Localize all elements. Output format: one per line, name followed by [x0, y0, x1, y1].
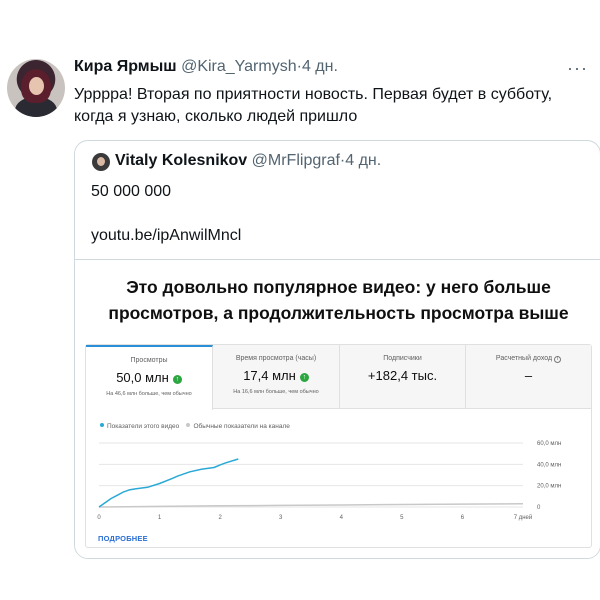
metric-views[interactable]: Просмотры 50,0 млн ↑ На 46,6 млн больше, … [86, 345, 213, 410]
x-tick-label: 6 [461, 515, 465, 521]
legend-this-video: Показатели этого видео [107, 423, 180, 430]
up-arrow-icon: ↑ [172, 375, 182, 384]
y-tick-label: 0 [537, 505, 541, 511]
tweet-time[interactable]: 4 дн. [302, 58, 338, 75]
metric-value: +182,4 тыс. [367, 368, 438, 383]
metric-value: – [524, 368, 533, 383]
quote-header: Vitaly Kolesnikov @MrFlipgraf·4 дн. [115, 152, 381, 170]
legend-typical: Обычные показатели на канале [193, 423, 290, 430]
metric-comparison: На 16,6 млн больше, чем обычно [233, 389, 319, 395]
x-tick-label: 0 [97, 515, 101, 521]
author-handle[interactable]: @Kira_Yarmysh [181, 58, 297, 75]
x-tick-label: 7 дней [514, 514, 533, 521]
analytics-card: Просмотры 50,0 млн ↑ На 46,6 млн больше, … [85, 344, 592, 548]
metric-label: Подписчики [383, 355, 422, 362]
x-tick-label: 2 [218, 515, 222, 521]
metric-label: Просмотры [130, 357, 168, 364]
legend-dot-this-video [100, 423, 104, 427]
info-icon[interactable]: i [554, 356, 562, 363]
y-tick-label: 20,0 млн [537, 484, 561, 490]
legend-dot-typical [186, 423, 191, 427]
metric-label: Время просмотра (часы) [235, 355, 317, 362]
quote-time[interactable]: 4 дн. [345, 152, 381, 169]
quote-link[interactable]: youtu.be/ipAnwilMncl [91, 227, 241, 245]
quote-text: 50 000 000 [91, 183, 172, 200]
metric-value: 50,0 млн ↑ [86, 370, 212, 385]
metric-watch-time[interactable]: Время просмотра (часы) 17,4 млн ↑ На 16,6… [213, 345, 340, 409]
metric-label: Расчетный доход i [466, 355, 591, 363]
metrics-row: Просмотры 50,0 млн ↑ На 46,6 млн больше, … [86, 345, 591, 410]
x-tick-label: 1 [158, 515, 162, 521]
up-arrow-icon: ↑ [299, 373, 309, 382]
y-tick-label: 40,0 млн [537, 462, 561, 468]
more-options-icon[interactable]: ··· [567, 58, 588, 79]
chart-legend: Показатели этого видео Обычные показател… [100, 423, 290, 430]
tweet-text: Урррра! Вторая по приятности новость. Пе… [74, 86, 553, 125]
quote-avatar[interactable] [92, 153, 110, 171]
attached-image[interactable]: Это довольно популярное видео: у него бо… [75, 259, 600, 558]
quote-author-handle[interactable]: @MrFlipgraf [252, 152, 340, 169]
quoted-tweet[interactable]: Vitaly Kolesnikov @MrFlipgraf·4 дн. 50 0… [74, 140, 600, 559]
views-line-chart: 0 20,0 млн 40,0 млн 60,0 млн 0 1 2 3 4 5 6 7 дней [97, 441, 561, 521]
quote-author-name[interactable]: Vitaly Kolesnikov [115, 152, 247, 169]
x-tick-label: 3 [279, 515, 283, 521]
image-headline: Это довольно популярное видео: у него бо… [108, 277, 569, 323]
metric-revenue[interactable]: Расчетный доход i – [466, 345, 591, 409]
x-tick-label: 5 [400, 515, 404, 521]
y-tick-label: 60,0 млн [537, 441, 561, 447]
metric-subscribers[interactable]: Подписчики +182,4 тыс. [340, 345, 466, 409]
more-details-link[interactable]: ПОДРОБНЕЕ [98, 534, 148, 543]
tweet[interactable]: Кира Ярмыш @Kira_Yarmysh·4 дн. ··· Урррр… [0, 0, 600, 600]
avatar[interactable] [7, 59, 65, 117]
tweet-header: Кира Ярмыш @Kira_Yarmysh·4 дн. [74, 58, 338, 76]
x-tick-label: 4 [340, 515, 344, 521]
author-name[interactable]: Кира Ярмыш [74, 58, 177, 75]
metric-value: 17,4 млн ↑ [213, 368, 339, 383]
metric-comparison: На 46,6 млн больше, чем обычно [106, 391, 192, 397]
series-line [98, 458, 239, 508]
